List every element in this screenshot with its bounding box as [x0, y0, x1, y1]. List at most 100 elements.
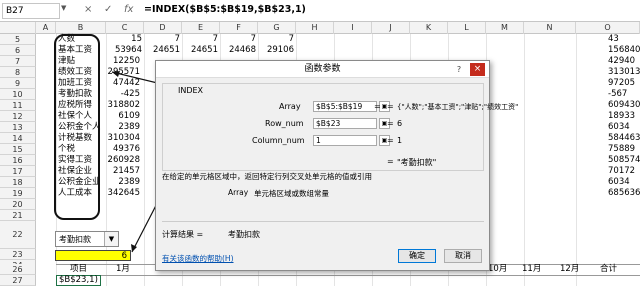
cancel-icon[interactable]: ×: [84, 4, 92, 15]
row-header[interactable]: 21: [0, 210, 36, 221]
ok-button[interactable]: 确定: [398, 249, 436, 263]
array-input[interactable]: $B$5:$B$19: [313, 101, 377, 112]
col-header-e[interactable]: E: [182, 22, 220, 34]
cell-d6[interactable]: 24651: [144, 45, 180, 56]
col-header-n[interactable]: N: [524, 22, 576, 34]
cell-e6[interactable]: 24651: [182, 45, 218, 56]
col-header-f[interactable]: F: [220, 22, 258, 34]
col-header-h[interactable]: H: [296, 22, 334, 34]
help-icon[interactable]: ?: [453, 64, 465, 75]
row-header[interactable]: 5: [0, 34, 36, 45]
cell-o26[interactable]: 合计: [600, 264, 617, 275]
row-header[interactable]: 20: [0, 199, 36, 210]
row-index-cell[interactable]: 6: [55, 250, 131, 261]
col-header-g[interactable]: G: [258, 22, 296, 34]
cell-o13[interactable]: 6034: [608, 122, 630, 133]
row-header[interactable]: 16: [0, 155, 36, 166]
cell-c5[interactable]: 15: [106, 34, 142, 45]
cell-o11[interactable]: 609430: [608, 100, 640, 111]
select-all-corner[interactable]: [0, 22, 36, 34]
cell-f5[interactable]: 7: [220, 34, 256, 45]
cell-l26[interactable]: 11月: [522, 264, 541, 275]
cell-c7[interactable]: 12250: [104, 56, 140, 67]
cell-b27-active[interactable]: $B$23,1): [56, 275, 101, 286]
cell-g5[interactable]: 7: [258, 34, 294, 45]
function-help-link[interactable]: 有关该函数的帮助(H): [162, 253, 234, 264]
row-header[interactable]: 23: [0, 249, 36, 260]
cell-o10[interactable]: -567: [608, 89, 627, 100]
col-header-c[interactable]: C: [106, 22, 144, 34]
row-header[interactable]: 13: [0, 122, 36, 133]
row-header[interactable]: 18: [0, 177, 36, 188]
close-button[interactable]: ×: [470, 63, 485, 76]
cell-d5[interactable]: 7: [144, 34, 180, 45]
cell-o9[interactable]: 97205: [608, 78, 635, 89]
row-header[interactable]: 14: [0, 133, 36, 144]
cell-c11[interactable]: 318802: [104, 100, 140, 111]
column-num-input[interactable]: 1: [313, 135, 377, 146]
col-header-j[interactable]: J: [372, 22, 410, 34]
cell-g6[interactable]: 29106: [258, 45, 294, 56]
annotation-arrowhead: [131, 244, 137, 252]
item-dropdown[interactable]: 考勤扣款 ▼: [55, 231, 119, 247]
cell-c6[interactable]: 53964: [106, 45, 142, 56]
cell-o8[interactable]: 313013: [608, 67, 640, 78]
row-header[interactable]: 12: [0, 111, 36, 122]
cell-c18[interactable]: 2389: [104, 177, 140, 188]
cell-k26[interactable]: 10月: [488, 264, 507, 275]
col-header-a[interactable]: A: [36, 22, 56, 34]
cell-f6[interactable]: 24468: [220, 45, 256, 56]
row-header[interactable]: 11: [0, 100, 36, 111]
cell-c13[interactable]: 2389: [104, 122, 140, 133]
cell-b26[interactable]: 项目: [70, 264, 87, 275]
cell-o7[interactable]: 42940: [608, 56, 635, 67]
cell-c15[interactable]: 49376: [104, 144, 140, 155]
col-header-d[interactable]: D: [144, 22, 182, 34]
cell-c10[interactable]: -425: [104, 89, 140, 100]
row-header[interactable]: 10: [0, 89, 36, 100]
col-header-m[interactable]: M: [486, 22, 524, 34]
row-header[interactable]: 17: [0, 166, 36, 177]
col-header-b[interactable]: B: [56, 22, 106, 34]
col-header-k[interactable]: K: [410, 22, 448, 34]
cell-m26[interactable]: 12月: [560, 264, 579, 275]
col-header-i[interactable]: I: [334, 22, 372, 34]
row-header[interactable]: 15: [0, 144, 36, 155]
row-header[interactable]: 26: [0, 264, 36, 275]
cell-c17[interactable]: 21457: [104, 166, 140, 177]
cell-o6[interactable]: 156840: [608, 45, 640, 56]
row-header[interactable]: 22: [0, 221, 36, 249]
cell-c8[interactable]: 295571: [104, 67, 140, 78]
row-header[interactable]: 8: [0, 67, 36, 78]
enter-icon[interactable]: ✓: [104, 4, 112, 15]
cell-c9[interactable]: 47442: [104, 78, 140, 89]
cell-o12[interactable]: 18933: [608, 111, 635, 122]
col-header-l[interactable]: L: [448, 22, 486, 34]
cell-o15[interactable]: 75889: [608, 144, 635, 155]
formula-input[interactable]: =INDEX($B$5:$B$19,$B$23,1): [144, 4, 306, 15]
cell-o16[interactable]: 508574: [608, 155, 640, 166]
cell-c16[interactable]: 260928: [104, 155, 140, 166]
name-box[interactable]: B27: [2, 3, 60, 19]
row-header[interactable]: 19: [0, 188, 36, 199]
row-header[interactable]: 9: [0, 78, 36, 89]
chevron-down-icon[interactable]: ▼: [61, 4, 66, 12]
cell-o18[interactable]: 6034: [608, 177, 630, 188]
cell-o14[interactable]: 584463: [608, 133, 640, 144]
row-header[interactable]: 7: [0, 56, 36, 67]
cell-c12[interactable]: 6109: [104, 111, 140, 122]
cell-c19[interactable]: 342645: [104, 188, 140, 199]
row-num-input[interactable]: $B$23: [313, 118, 377, 129]
col-header-o[interactable]: O: [576, 22, 640, 34]
chevron-down-icon[interactable]: ▼: [104, 232, 118, 246]
row-header[interactable]: 6: [0, 45, 36, 56]
cancel-button[interactable]: 取消: [444, 249, 482, 263]
row-header[interactable]: 27: [0, 275, 36, 286]
fx-icon[interactable]: fx: [124, 4, 133, 15]
cell-o5[interactable]: 43: [608, 34, 619, 45]
cell-e5[interactable]: 7: [182, 34, 218, 45]
cell-o19[interactable]: 685636: [608, 188, 640, 199]
cell-o17[interactable]: 70172: [608, 166, 635, 177]
cell-c26[interactable]: 1月: [116, 264, 130, 275]
cell-c14[interactable]: 310304: [104, 133, 140, 144]
